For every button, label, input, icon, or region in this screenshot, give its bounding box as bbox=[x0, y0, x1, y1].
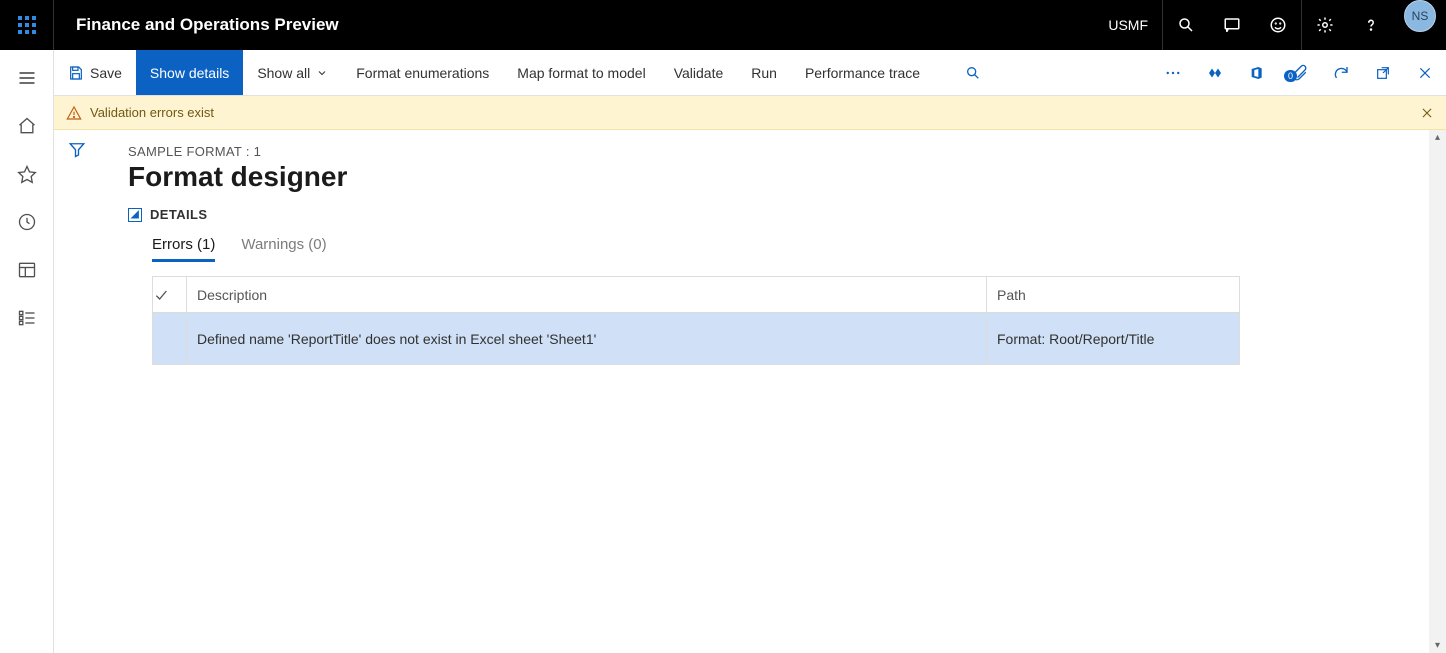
chat-icon bbox=[1223, 16, 1241, 34]
scroll-down-icon: ▾ bbox=[1435, 640, 1440, 651]
select-all-header[interactable] bbox=[153, 277, 187, 313]
popout-icon bbox=[1375, 65, 1391, 81]
banner-close-button[interactable] bbox=[1420, 106, 1434, 120]
show-all-label: Show all bbox=[257, 65, 310, 81]
col-path[interactable]: Path bbox=[987, 277, 1240, 313]
grid-row[interactable]: Defined name 'ReportTitle' does not exis… bbox=[153, 313, 1240, 365]
dataverse-button[interactable] bbox=[1194, 64, 1236, 82]
banner-message: Validation errors exist bbox=[90, 105, 214, 120]
more-options-button[interactable] bbox=[1152, 64, 1194, 82]
show-details-label: Show details bbox=[150, 65, 229, 81]
refresh-button[interactable] bbox=[1320, 64, 1362, 82]
user-avatar[interactable]: NS bbox=[1404, 0, 1436, 32]
popout-button[interactable] bbox=[1362, 65, 1404, 81]
search-button[interactable] bbox=[1163, 0, 1209, 50]
action-pane: Save Show details Show all Format enumer… bbox=[54, 50, 1446, 96]
dataverse-icon bbox=[1206, 64, 1224, 82]
app-launcher-button[interactable] bbox=[0, 0, 54, 50]
nav-collapse-button[interactable] bbox=[3, 56, 51, 100]
filter-icon bbox=[68, 140, 86, 158]
settings-button[interactable] bbox=[1302, 0, 1348, 50]
smiley-icon bbox=[1269, 16, 1287, 34]
breadcrumb: SAMPLE FORMAT : 1 bbox=[128, 144, 1411, 159]
actionbar-right: 0 bbox=[1152, 50, 1446, 95]
chevron-down-icon bbox=[316, 67, 328, 79]
grid-header-row: Description Path bbox=[153, 277, 1240, 313]
save-icon bbox=[68, 65, 84, 81]
messages-button[interactable] bbox=[1209, 0, 1255, 50]
search-icon bbox=[1177, 16, 1195, 34]
close-page-button[interactable] bbox=[1404, 65, 1446, 81]
nav-favorites[interactable] bbox=[3, 152, 51, 196]
performance-trace-label: Performance trace bbox=[805, 65, 920, 81]
close-icon bbox=[1420, 106, 1434, 120]
map-format-button[interactable]: Map format to model bbox=[503, 50, 659, 95]
save-label: Save bbox=[90, 65, 122, 81]
nav-home[interactable] bbox=[3, 104, 51, 148]
feedback-button[interactable] bbox=[1255, 0, 1301, 50]
run-button[interactable]: Run bbox=[737, 50, 791, 95]
office-button[interactable] bbox=[1236, 64, 1278, 82]
page-title: Format designer bbox=[128, 161, 1411, 193]
map-format-label: Map format to model bbox=[517, 65, 645, 81]
app-title: Finance and Operations Preview bbox=[54, 0, 361, 50]
validation-banner: Validation errors exist bbox=[54, 96, 1446, 130]
checkmark-icon bbox=[153, 287, 169, 303]
attachments-button[interactable]: 0 bbox=[1278, 64, 1320, 82]
warning-icon bbox=[66, 105, 82, 121]
filter-column bbox=[54, 130, 100, 653]
col-description[interactable]: Description bbox=[187, 277, 987, 313]
office-icon bbox=[1249, 64, 1265, 82]
cell-description[interactable]: Defined name 'ReportTitle' does not exis… bbox=[187, 313, 987, 365]
refresh-icon bbox=[1332, 64, 1350, 82]
hamburger-icon bbox=[17, 68, 37, 88]
attachments-badge: 0 bbox=[1284, 70, 1297, 82]
waffle-icon bbox=[18, 16, 36, 34]
workspace-icon bbox=[17, 260, 37, 280]
format-enumerations-label: Format enumerations bbox=[356, 65, 489, 81]
vertical-scrollbar[interactable]: ▴ ▾ bbox=[1429, 130, 1446, 653]
help-button[interactable] bbox=[1348, 0, 1394, 50]
cell-path[interactable]: Format: Root/Report/Title bbox=[987, 313, 1240, 365]
details-label: DETAILS bbox=[150, 207, 207, 222]
filter-pane-button[interactable] bbox=[68, 140, 86, 653]
main-area: Save Show details Show all Format enumer… bbox=[54, 50, 1446, 653]
nav-recent[interactable] bbox=[3, 200, 51, 244]
save-button[interactable]: Save bbox=[54, 50, 136, 95]
errors-grid: Description Path Defined name 'ReportTit… bbox=[152, 276, 1240, 365]
performance-trace-button[interactable]: Performance trace bbox=[791, 50, 934, 95]
company-code[interactable]: USMF bbox=[1094, 0, 1163, 50]
clock-icon bbox=[17, 212, 37, 232]
shell: Save Show details Show all Format enumer… bbox=[0, 50, 1446, 653]
details-section-header[interactable]: ◢ DETAILS bbox=[128, 207, 1411, 222]
show-details-button[interactable]: Show details bbox=[136, 50, 243, 95]
scroll-up-icon: ▴ bbox=[1435, 132, 1440, 143]
actionbar-search-button[interactable] bbox=[952, 50, 994, 95]
nav-modules[interactable] bbox=[3, 296, 51, 340]
nav-workspaces[interactable] bbox=[3, 248, 51, 292]
format-enumerations-button[interactable]: Format enumerations bbox=[342, 50, 503, 95]
help-icon bbox=[1362, 16, 1380, 34]
tab-errors[interactable]: Errors (1) bbox=[152, 236, 215, 262]
collapse-icon: ◢ bbox=[128, 208, 142, 222]
page-content: SAMPLE FORMAT : 1 Format designer ◢ DETA… bbox=[100, 130, 1429, 653]
details-tabs: Errors (1) Warnings (0) bbox=[128, 236, 1411, 262]
tab-warnings[interactable]: Warnings (0) bbox=[241, 236, 326, 262]
home-icon bbox=[17, 116, 37, 136]
star-icon bbox=[17, 164, 37, 184]
content-row: SAMPLE FORMAT : 1 Format designer ◢ DETA… bbox=[54, 130, 1446, 653]
ellipsis-icon bbox=[1164, 64, 1182, 82]
close-icon bbox=[1417, 65, 1433, 81]
search-icon bbox=[965, 65, 981, 81]
validate-button[interactable]: Validate bbox=[660, 50, 738, 95]
modules-icon bbox=[17, 308, 37, 328]
navigation-rail bbox=[0, 50, 54, 653]
gear-icon bbox=[1316, 16, 1334, 34]
global-header: Finance and Operations Preview USMF NS bbox=[0, 0, 1446, 50]
run-label: Run bbox=[751, 65, 777, 81]
show-all-button[interactable]: Show all bbox=[243, 50, 342, 95]
row-selector[interactable] bbox=[153, 313, 187, 365]
validate-label: Validate bbox=[674, 65, 724, 81]
errors-grid-wrapper: Description Path Defined name 'ReportTit… bbox=[128, 276, 1411, 365]
